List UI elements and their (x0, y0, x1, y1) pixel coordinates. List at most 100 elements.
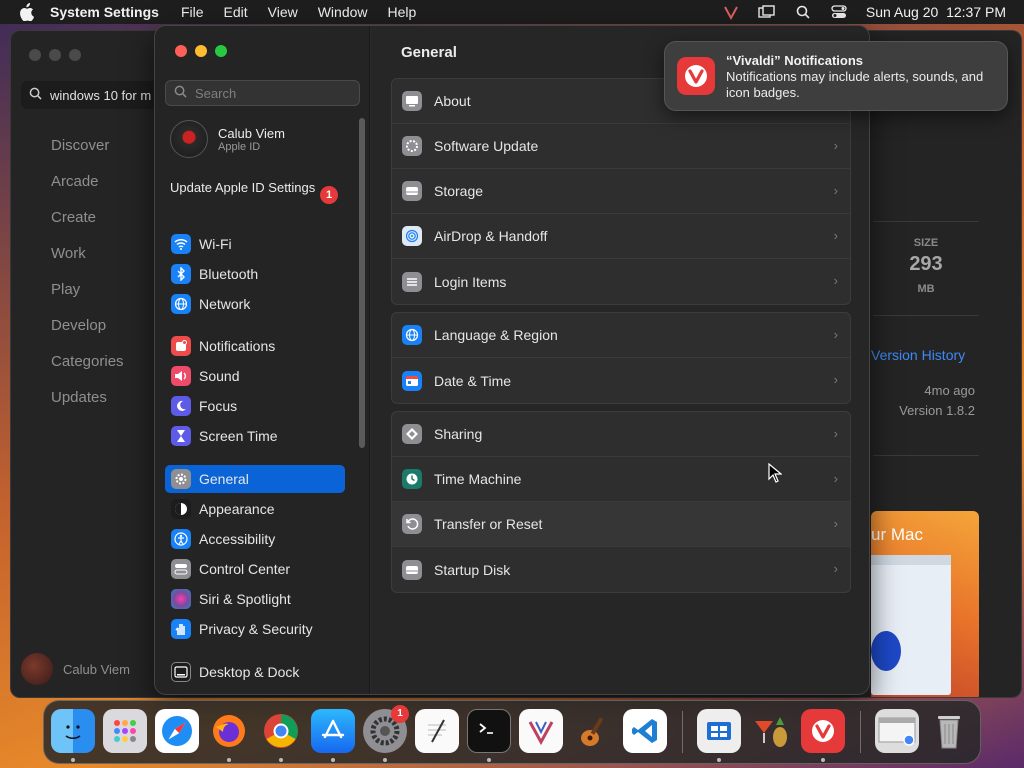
sidebar-item-privacy-security[interactable]: Privacy & Security (165, 615, 345, 643)
apple-icon[interactable] (16, 2, 36, 22)
minimize-button[interactable] (195, 45, 207, 57)
sidebar-item-label: Accessibility (199, 531, 276, 547)
sidebar-item-notifications[interactable]: Notifications (165, 332, 345, 360)
firefox-icon[interactable] (207, 709, 251, 753)
siri-icon (171, 589, 191, 609)
window-switch-icon[interactable] (758, 4, 776, 20)
sidebar-item-focus[interactable]: Focus (165, 392, 345, 420)
garageband-icon[interactable] (571, 709, 615, 753)
dock-separator (682, 711, 683, 753)
running-indicator (487, 758, 491, 762)
trash-icon[interactable] (927, 709, 971, 753)
chevron-right-icon: › (833, 372, 838, 387)
menu-clock[interactable]: Sun Aug 20 12:37 PM (866, 4, 1006, 20)
cocktail-icon[interactable] (749, 709, 793, 753)
settings-search-input[interactable]: Search (165, 80, 360, 106)
control-center-icon[interactable] (830, 4, 848, 20)
vscode-icon[interactable] (623, 709, 667, 753)
sidebar-item-general[interactable]: General (165, 465, 345, 493)
sidebar-item-desktop-dock[interactable]: Desktop & Dock (165, 658, 345, 686)
textedit-icon[interactable] (415, 709, 459, 753)
vivaldi-alt-icon[interactable] (519, 709, 563, 753)
store-search-input[interactable]: windows 10 for m (21, 81, 161, 109)
promo-text: ur Mac (871, 525, 923, 544)
row-transfer-reset[interactable]: Transfer or Reset › (392, 502, 850, 547)
row-login-items[interactable]: Login Items › (392, 259, 850, 304)
transfer-reset-icon (402, 514, 422, 534)
windows-app-icon[interactable] (697, 709, 741, 753)
sidebar-item-appearance[interactable]: Appearance (165, 495, 345, 523)
running-indicator (717, 758, 721, 762)
traffic-lights (175, 45, 227, 57)
sidebar-item-accessibility[interactable]: Accessibility (165, 525, 345, 553)
sidebar-item-sound[interactable]: Sound (165, 362, 345, 390)
sidebar-item-label: Notifications (199, 338, 276, 354)
storage-icon (402, 181, 422, 201)
store-nav-play[interactable]: Play (51, 279, 124, 315)
row-language-region[interactable]: Language & Region › (392, 313, 850, 358)
chevron-right-icon: › (833, 327, 838, 342)
store-nav-arcade[interactable]: Arcade (51, 171, 124, 207)
menu-help[interactable]: Help (388, 4, 417, 20)
settings-content: General About › Software Update › (371, 26, 869, 694)
notification-body: Notifications may include alerts, sounds… (726, 69, 984, 100)
store-nav-categories[interactable]: Categories (51, 351, 124, 387)
row-airdrop-handoff[interactable]: AirDrop & Handoff › (392, 214, 850, 259)
launchpad-icon[interactable] (103, 709, 147, 753)
store-traffic-lights (29, 49, 81, 61)
zoom-button[interactable] (215, 45, 227, 57)
row-software-update[interactable]: Software Update › (392, 124, 850, 169)
running-indicator (821, 758, 825, 762)
sidebar-scrollbar[interactable] (359, 118, 365, 448)
size-unit: MB (917, 283, 935, 295)
vivaldi-icon[interactable] (801, 709, 845, 753)
store-nav: Discover Arcade Create Work Play Develop… (51, 135, 124, 423)
row-label: Language & Region (434, 327, 558, 343)
vivaldi-icon (677, 57, 715, 95)
store-nav-develop[interactable]: Develop (51, 315, 124, 351)
sidebar-item-control-center[interactable]: Control Center (165, 555, 345, 583)
close-button[interactable] (175, 45, 187, 57)
vivaldi-menu-icon[interactable] (722, 4, 740, 20)
sidebar-item-bluetooth[interactable]: Bluetooth (165, 260, 345, 288)
settings-badge: 1 (391, 705, 409, 723)
store-nav-updates[interactable]: Updates (51, 387, 124, 423)
menu-window[interactable]: Window (318, 4, 368, 20)
row-label: About (434, 93, 471, 109)
store-nav-discover[interactable]: Discover (51, 135, 124, 171)
row-date-time[interactable]: Date & Time › (392, 358, 850, 403)
menu-app-name[interactable]: System Settings (50, 4, 159, 20)
app-store-icon[interactable] (311, 709, 355, 753)
chrome-window-icon[interactable] (875, 709, 919, 753)
promo-image[interactable]: ur Mac (871, 511, 979, 697)
terminal-icon[interactable] (467, 709, 511, 753)
version-age: 4mo ago (924, 383, 975, 398)
menu-edit[interactable]: Edit (224, 4, 248, 20)
spotlight-icon[interactable] (794, 4, 812, 20)
menu-bar: System Settings File Edit View Window He… (0, 0, 1024, 24)
store-nav-work[interactable]: Work (51, 243, 124, 279)
vivaldi-notification[interactable]: “Vivaldi” Notifications Notifications ma… (664, 41, 1008, 111)
sidebar-item-network[interactable]: Network (165, 290, 345, 318)
startup-disk-icon (402, 559, 422, 580)
running-indicator (71, 758, 75, 762)
store-user[interactable]: Calub Viem (21, 653, 130, 685)
apple-id-row[interactable]: Calub Viem Apple ID (170, 120, 285, 158)
store-nav-create[interactable]: Create (51, 207, 124, 243)
sidebar-item-screen-time[interactable]: Screen Time (165, 422, 345, 450)
row-sharing[interactable]: Sharing › (392, 412, 850, 457)
row-label: Login Items (434, 273, 507, 290)
sidebar-item-wifi[interactable]: Wi-Fi (165, 230, 345, 258)
row-storage[interactable]: Storage › (392, 169, 850, 214)
menu-file[interactable]: File (181, 4, 204, 20)
finder-icon[interactable] (51, 709, 95, 753)
menu-view[interactable]: View (268, 4, 298, 20)
bell-icon (171, 336, 191, 356)
chrome-icon[interactable] (259, 709, 303, 753)
hand-icon (171, 619, 191, 639)
safari-icon[interactable] (155, 709, 199, 753)
sidebar-item-siri-spotlight[interactable]: Siri & Spotlight (165, 585, 345, 613)
sidebar-item-label: Wi-Fi (199, 236, 232, 252)
version-history-link[interactable]: Version History (871, 347, 965, 363)
row-startup-disk[interactable]: Startup Disk › (392, 547, 850, 592)
